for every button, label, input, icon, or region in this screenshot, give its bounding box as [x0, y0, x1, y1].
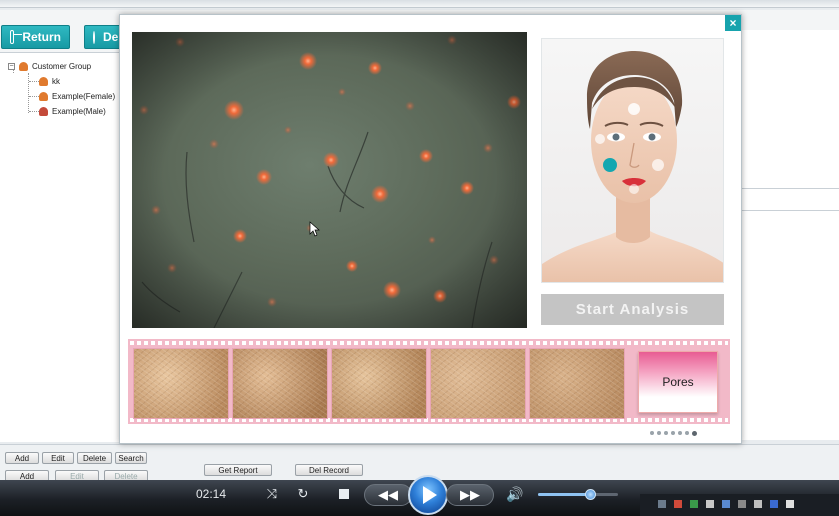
volume-icon[interactable]: 🔊	[506, 485, 524, 503]
skin-closeup-image	[132, 32, 527, 328]
rewind-button[interactable]: ◀◀	[364, 484, 412, 506]
records-panel	[741, 30, 839, 440]
film-perforations	[130, 341, 728, 345]
return-button[interactable]: Return	[1, 25, 70, 49]
volume-level	[538, 493, 591, 496]
divider	[741, 210, 839, 211]
person-icon	[39, 107, 48, 116]
start-analysis-button[interactable]: Start Analysis	[541, 294, 724, 325]
system-tray-icons	[640, 494, 839, 516]
tree-add-button[interactable]: Add	[5, 452, 39, 464]
tree-item-example-male[interactable]: Example(Male)	[39, 107, 106, 116]
capture-thumbnail[interactable]	[133, 348, 229, 419]
close-icon: ×	[729, 16, 737, 30]
tree-delete-button[interactable]: Delete	[77, 452, 112, 464]
del-record-button[interactable]: Del Record	[295, 464, 363, 476]
page-indicator	[650, 431, 697, 436]
collapse-icon[interactable]: −	[8, 63, 15, 70]
return-label: Return	[22, 30, 61, 44]
tree-item-label: kk	[52, 77, 60, 86]
stop-icon[interactable]	[336, 486, 352, 502]
repeat-icon[interactable]: ↻	[295, 486, 311, 502]
face-portrait-image	[542, 51, 723, 282]
page-dot[interactable]	[650, 431, 654, 435]
fast-forward-button[interactable]: ▶▶	[446, 484, 494, 506]
get-report-button[interactable]: Get Report	[204, 464, 272, 476]
detect-label: De	[103, 30, 119, 44]
page-dot[interactable]	[678, 431, 682, 435]
page-dot[interactable]	[692, 431, 697, 436]
tree-item-label: Example(Male)	[52, 107, 106, 116]
pores-mode-button[interactable]: Pores	[638, 351, 718, 413]
customer-tree-panel: − Customer Group kk Example(Female) Exam…	[0, 52, 120, 442]
page-dot[interactable]	[685, 431, 689, 435]
skin-texture	[134, 349, 228, 418]
tree-item-label: Example(Female)	[52, 92, 116, 101]
capture-thumbnail[interactable]	[232, 348, 328, 419]
tree-root-label: Customer Group	[32, 62, 92, 71]
page-dot[interactable]	[671, 431, 675, 435]
page-dot[interactable]	[657, 431, 661, 435]
volume-slider[interactable]	[538, 489, 618, 500]
person-icon	[39, 92, 48, 101]
detect-button[interactable]: De	[84, 25, 124, 49]
close-button[interactable]: ×	[725, 15, 741, 31]
play-button[interactable]	[408, 475, 448, 515]
capture-filmstrip: Pores	[128, 339, 730, 424]
microscope-live-view[interactable]	[132, 32, 527, 328]
capture-thumbnail[interactable]	[529, 348, 625, 419]
skin-texture	[233, 349, 327, 418]
capture-thumbnail[interactable]	[430, 348, 526, 419]
capture-thumbnail[interactable]	[331, 348, 427, 419]
tree-connector	[28, 73, 29, 113]
skin-texture	[530, 349, 624, 418]
playback-time: 02:14	[196, 487, 227, 501]
divider	[741, 188, 839, 189]
skin-texture	[431, 349, 525, 418]
volume-knob[interactable]	[584, 489, 596, 500]
tree-connector	[29, 96, 39, 97]
tree-search-button[interactable]: Search	[115, 452, 147, 464]
search-icon	[93, 30, 95, 44]
page-dot[interactable]	[664, 431, 668, 435]
tree-connector	[29, 111, 39, 112]
skin-analysis-dialog: × Start Analysis Pores	[119, 14, 742, 444]
play-icon	[423, 486, 437, 504]
tree-root[interactable]: − Customer Group	[8, 62, 91, 71]
person-icon	[39, 77, 48, 86]
shuffle-icon[interactable]: ⤨	[264, 486, 280, 502]
skin-texture	[332, 349, 426, 418]
face-zone-selector[interactable]	[541, 38, 724, 283]
tree-connector	[29, 81, 39, 82]
pores-label: Pores	[662, 375, 694, 389]
tree-edit-button[interactable]: Edit	[42, 452, 74, 464]
group-icon	[19, 62, 28, 71]
app-title-strip	[0, 0, 839, 8]
tree-item-kk[interactable]: kk	[39, 77, 60, 86]
tree-item-example-female[interactable]: Example(Female)	[39, 92, 115, 101]
return-icon	[10, 30, 23, 44]
